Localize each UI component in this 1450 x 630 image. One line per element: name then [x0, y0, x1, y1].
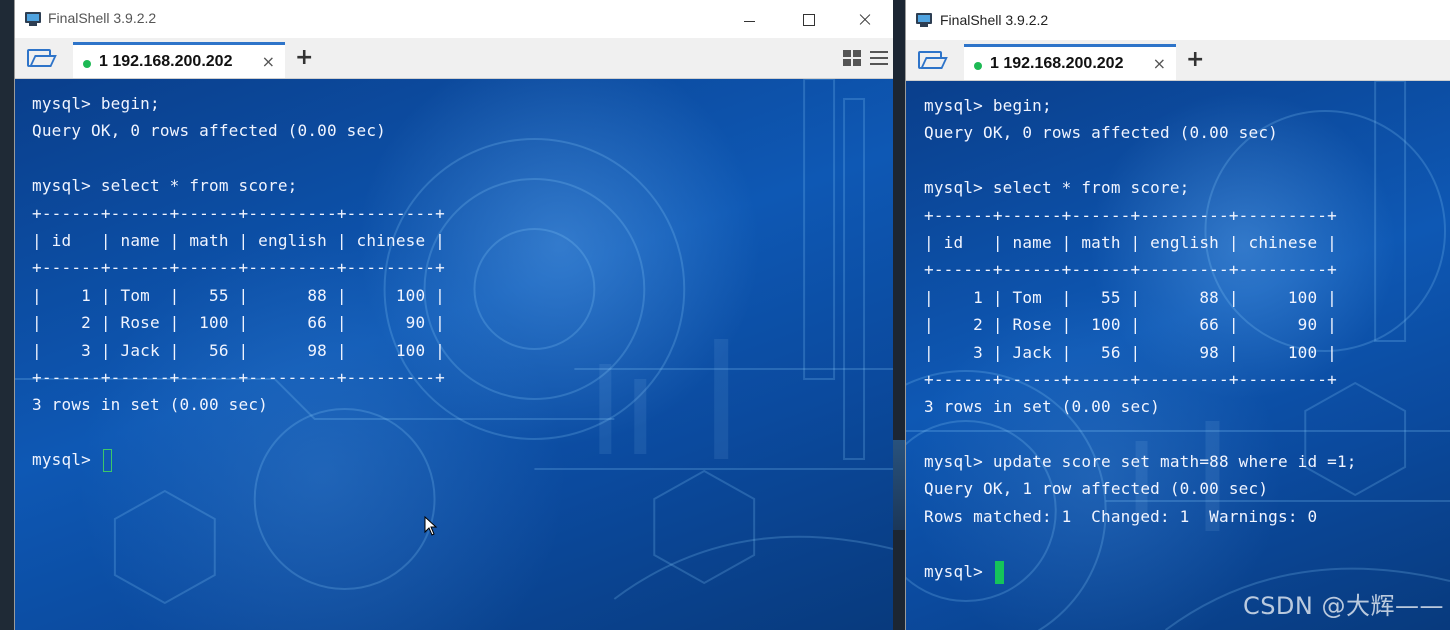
terminal-line: Query OK, 1 row affected (0.00 sec)	[924, 479, 1269, 499]
folder-open-icon[interactable]	[918, 49, 948, 71]
app-icon	[25, 12, 41, 26]
finalshell-window-right: FinalShell 3.9.2.2 1 192.168.200.202 × +	[905, 0, 1450, 630]
terminal-line: Query OK, 0 rows affected (0.00 sec)	[924, 123, 1278, 143]
status-dot-icon	[83, 60, 91, 68]
terminal-line: mysql> update score set math=88 where id…	[924, 452, 1357, 472]
layout-grid-icon[interactable]	[843, 50, 863, 66]
title-bar[interactable]: FinalShell 3.9.2.2	[15, 0, 893, 38]
terminal-line: +------+------+------+---------+--------…	[924, 369, 1337, 389]
terminal-line: Rows matched: 1 Changed: 1 Warnings: 0	[924, 506, 1318, 526]
terminal-area[interactable]: mysql> begin; Query OK, 0 rows affected (…	[15, 79, 893, 630]
terminal-line: mysql> select * from score;	[924, 178, 1190, 198]
folder-open-icon[interactable]	[27, 47, 57, 69]
window-gap	[893, 0, 905, 630]
close-window-button[interactable]	[851, 6, 879, 32]
session-tab[interactable]: 1 192.168.200.202 ×	[964, 44, 1176, 80]
add-tab-button[interactable]: +	[1186, 47, 1204, 72]
watermark: CSDN @大辉——	[1242, 592, 1444, 620]
terminal-line: | id | name | math | english | chinese |	[32, 230, 445, 250]
window-title: FinalShell 3.9.2.2	[940, 12, 1049, 28]
session-tab-label: 1 192.168.200.202	[990, 55, 1124, 72]
terminal-line: mysql> select * from score;	[32, 176, 298, 196]
terminal-line: | 3 | Jack | 56 | 98 | 100 |	[924, 342, 1337, 362]
terminal-line: | 1 | Tom | 55 | 88 | 100 |	[32, 285, 445, 305]
status-dot-icon	[974, 62, 982, 70]
terminal-line: +------+------+------+---------+--------…	[924, 205, 1337, 225]
prompt-line[interactable]: mysql>	[32, 446, 445, 473]
minimize-button[interactable]	[735, 6, 763, 32]
close-icon[interactable]: ×	[262, 52, 275, 71]
terminal-line: mysql> begin;	[32, 94, 160, 113]
terminal-line: +------+------+------+---------+--------…	[32, 367, 445, 387]
tab-bar: 1 192.168.200.202 × +	[906, 40, 1450, 81]
terminal-line: | 2 | Rose | 100 | 66 | 90 |	[32, 313, 445, 333]
terminal-line: +------+------+------+---------+--------…	[32, 258, 445, 278]
text-cursor	[102, 449, 112, 473]
terminal-line: | id | name | math | english | chinese |	[924, 232, 1337, 252]
terminal-line: 3 rows in set (0.00 sec)	[32, 395, 268, 415]
terminal-output: mysql> begin; Query OK, 0 rows affected (…	[32, 90, 445, 473]
terminal-output: mysql> begin; Query OK, 0 rows affected (…	[924, 92, 1357, 585]
session-tab-label: 1 192.168.200.202	[99, 53, 233, 70]
maximize-button[interactable]	[795, 6, 823, 32]
close-icon[interactable]: ×	[1153, 54, 1166, 73]
prompt-line[interactable]: mysql>	[924, 558, 1357, 585]
prompt-text: mysql>	[924, 561, 993, 581]
menu-icon[interactable]	[870, 51, 888, 66]
finalshell-window-left: FinalShell 3.9.2.2 1 192.168.200.202 × +	[14, 0, 893, 630]
window-title: FinalShell 3.9.2.2	[48, 10, 157, 26]
tab-bar: 1 192.168.200.202 × +	[15, 38, 893, 79]
add-tab-button[interactable]: +	[295, 45, 313, 70]
terminal-line: 3 rows in set (0.00 sec)	[924, 397, 1160, 417]
terminal-line: | 3 | Jack | 56 | 98 | 100 |	[32, 340, 445, 360]
terminal-area[interactable]: mysql> begin; Query OK, 0 rows affected (…	[906, 81, 1450, 630]
terminal-line: Query OK, 0 rows affected (0.00 sec)	[32, 121, 386, 141]
terminal-line: mysql> begin;	[924, 96, 1052, 115]
terminal-line: | 1 | Tom | 55 | 88 | 100 |	[924, 287, 1337, 307]
terminal-line: | 2 | Rose | 100 | 66 | 90 |	[924, 315, 1337, 335]
title-bar[interactable]: FinalShell 3.9.2.2	[906, 0, 1450, 40]
terminal-line: +------+------+------+---------+--------…	[924, 260, 1337, 280]
app-icon	[916, 13, 932, 27]
terminal-line: +------+------+------+---------+--------…	[32, 203, 445, 223]
text-cursor	[994, 560, 1004, 584]
session-tab[interactable]: 1 192.168.200.202 ×	[73, 42, 285, 78]
prompt-text: mysql>	[32, 450, 101, 470]
mouse-pointer-icon	[424, 516, 438, 536]
